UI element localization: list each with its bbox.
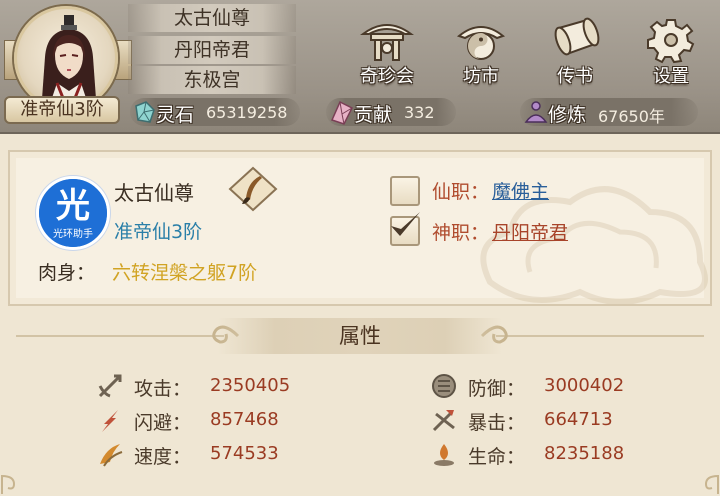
rename-button[interactable] xyxy=(226,164,280,214)
attr-attack: 攻击： 2350405 xyxy=(96,372,316,402)
title-plate-2: 丹阳帝君 xyxy=(128,36,296,64)
attr-value: 2350405 xyxy=(210,375,291,396)
scroll-icon xyxy=(554,17,600,56)
divine-post-label: 神职： xyxy=(432,222,490,244)
checkmark-icon xyxy=(391,212,420,236)
attributes-title: 属性 xyxy=(218,318,502,354)
corner-ornament-left-icon xyxy=(1,474,16,494)
nav-market-button[interactable]: 坊市 xyxy=(446,14,516,90)
attr-name: 速度： xyxy=(134,446,192,468)
helper-logo-glyph: 光 xyxy=(56,186,90,226)
speed-icon xyxy=(100,444,123,467)
nav-label: 坊市 xyxy=(463,66,499,87)
attr-dodge: 闪避： 857468 xyxy=(96,406,316,436)
attr-name: 生命： xyxy=(468,446,526,468)
attr-name: 闪避： xyxy=(134,412,192,434)
cultivation-icon xyxy=(524,101,548,123)
pavilion-icon xyxy=(359,24,415,61)
attr-critical: 暴击： 664713 xyxy=(430,406,660,436)
nav-label: 设置 xyxy=(653,66,689,87)
resource-name: 修炼 xyxy=(548,104,587,126)
attr-value: 3000402 xyxy=(544,375,625,396)
realm-rank-plate: 准帝仙3阶 xyxy=(4,96,120,124)
attr-speed: 速度： 574533 xyxy=(96,440,316,470)
character-rank: 准帝仙3阶 xyxy=(114,221,203,243)
immortal-post-link[interactable]: 魔佛主 xyxy=(492,177,549,204)
brush-edit-icon xyxy=(228,166,278,212)
yin-yang-icon xyxy=(456,26,506,60)
resource-name: 贡献 xyxy=(354,104,393,126)
divine-post-checkbox[interactable] xyxy=(390,212,420,246)
attr-life: 生命： 8235188 xyxy=(430,440,660,470)
character-name: 太古仙尊 xyxy=(114,181,194,205)
immortal-post-label: 仙职： xyxy=(432,181,490,203)
attributes-divider-right xyxy=(496,335,704,337)
resource-value: 67650年 xyxy=(598,107,665,126)
spirit-stone-icon xyxy=(135,101,155,123)
defense-icon xyxy=(432,374,456,398)
nav-mail-button[interactable]: 传书 xyxy=(540,14,610,90)
immortal-post-checkbox[interactable] xyxy=(390,176,420,206)
dodge-icon xyxy=(102,410,118,432)
attr-name: 暴击： xyxy=(468,412,526,434)
attr-name: 攻击： xyxy=(134,378,192,400)
title-plate-3: 东极宫 xyxy=(128,66,296,94)
attributes-divider-left xyxy=(16,335,224,337)
nav-label: 奇珍会 xyxy=(360,66,414,87)
critical-icon xyxy=(432,410,455,432)
attr-value: 8235188 xyxy=(544,443,625,464)
body-value: 六转涅槃之躯7阶 xyxy=(112,262,258,284)
nav-label: 传书 xyxy=(557,66,593,87)
avatar-portrait-icon xyxy=(41,15,97,107)
attack-icon xyxy=(98,374,122,398)
divine-post-link[interactable]: 丹阳帝君 xyxy=(492,218,568,245)
avatar[interactable] xyxy=(14,6,118,110)
helper-logo-icon: 光 光环助手 xyxy=(39,179,107,247)
corner-ornament-right-icon xyxy=(704,474,719,494)
nav-treasure-auction-button[interactable]: 奇珍会 xyxy=(352,14,422,90)
gear-icon xyxy=(647,19,695,64)
contribution-icon xyxy=(330,100,354,125)
helper-app-logo: 光 光环助手 xyxy=(36,176,110,250)
resource-name: 灵石 xyxy=(156,104,195,126)
resource-value: 332 xyxy=(404,103,435,122)
attr-defense: 防御： 3000402 xyxy=(430,372,660,402)
attr-value: 664713 xyxy=(544,409,613,430)
attr-value: 574533 xyxy=(210,443,279,464)
life-icon xyxy=(434,444,454,466)
helper-logo-text: 光环助手 xyxy=(53,227,93,240)
attr-name: 防御： xyxy=(468,378,526,400)
body-label: 肉身： xyxy=(38,262,96,284)
nav-settings-button[interactable]: 设置 xyxy=(636,14,706,90)
resource-value: 65319258 xyxy=(206,103,288,122)
attr-value: 857468 xyxy=(210,409,279,430)
title-plate-1: 太古仙尊 xyxy=(128,4,296,32)
